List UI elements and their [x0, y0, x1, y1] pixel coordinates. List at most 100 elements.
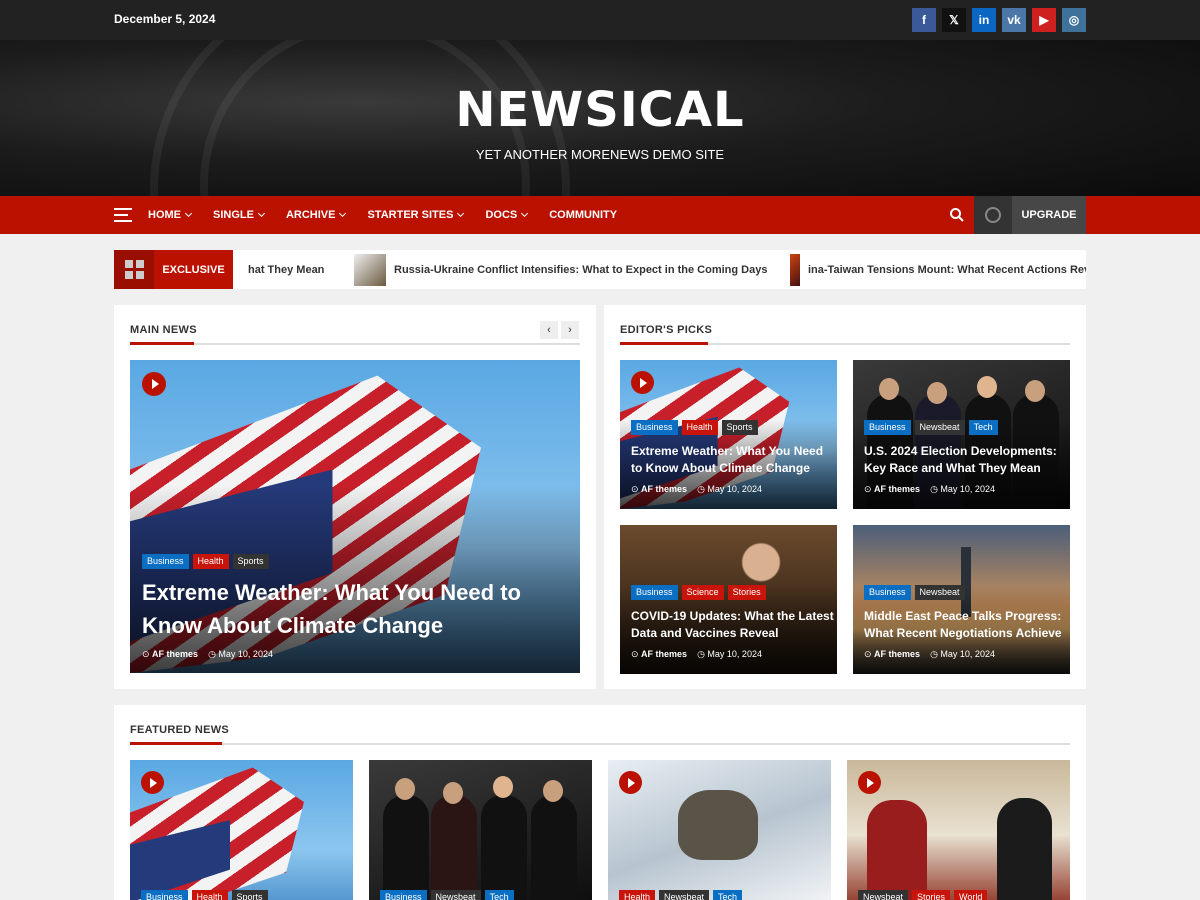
site-title[interactable]: NEWSICAL — [0, 82, 1200, 138]
editors-pick-card[interactable]: Business Newsbeat Middle East Peace Talk… — [853, 525, 1070, 674]
section-heading: FEATURED NEWS — [130, 724, 230, 736]
category-tag[interactable]: Newsbeat — [914, 585, 965, 600]
editors-pick-card[interactable]: Business Newsbeat Tech U.S. 2024 Electio… — [853, 360, 1070, 509]
play-icon[interactable] — [141, 771, 164, 794]
x-icon[interactable]: 𝕏 — [942, 8, 966, 32]
category-tag[interactable]: Newsbeat — [430, 890, 481, 900]
image-gallery-icon[interactable] — [858, 771, 881, 794]
instagram-icon[interactable]: ◎ — [1062, 8, 1086, 32]
article-title[interactable]: COVID-19 Updates: What the Latest Data a… — [631, 608, 836, 642]
category-tag[interactable]: Business — [631, 420, 678, 435]
article-author[interactable]: AF themes — [641, 649, 687, 659]
category-tag[interactable]: Newsbeat — [914, 420, 965, 435]
featured-card[interactable]: Business Newsbeat Tech — [369, 760, 592, 900]
category-tag[interactable]: Science — [681, 585, 724, 600]
hamburger-menu-icon[interactable] — [114, 208, 132, 222]
article-meta: ⊙ AF themes ◷ May 10, 2024 — [631, 484, 762, 495]
ticker-label: EXCLUSIVE — [154, 250, 233, 289]
category-tag[interactable]: Sports — [721, 420, 758, 435]
play-icon[interactable] — [619, 771, 642, 794]
category-tags: Newsbeat Stories World — [858, 890, 988, 900]
category-tags: Business Newsbeat Tech — [380, 890, 514, 900]
heading-accent — [130, 342, 194, 345]
editors-pick-card[interactable]: Business Science Stories COVID-19 Update… — [620, 525, 837, 674]
article-author[interactable]: AF themes — [874, 649, 920, 659]
article-image-detail — [1025, 380, 1045, 402]
author-icon: ⊙ AF themes — [864, 649, 921, 659]
nav-item-single[interactable]: SINGLE — [213, 209, 265, 221]
ticker-item[interactable]: Russia-Ukraine Conflict Intensifies: Wha… — [354, 250, 767, 289]
editors-pick-card[interactable]: Business Health Sports Extreme Weather: … — [620, 360, 837, 509]
vk-icon[interactable]: vk — [1002, 8, 1026, 32]
nav-item-archive[interactable]: ARCHIVE — [286, 209, 347, 221]
category-tag[interactable]: Health — [619, 890, 656, 900]
category-tag[interactable]: Business — [631, 585, 678, 600]
linkedin-icon[interactable]: in — [972, 8, 996, 32]
play-icon[interactable] — [142, 372, 166, 396]
category-tag[interactable]: Stories — [912, 890, 951, 900]
featured-card[interactable]: Health Newsbeat Tech — [608, 760, 831, 900]
social-links: f 𝕏 in vk ▶ ◎ — [912, 8, 1086, 32]
nav-item-docs[interactable]: DOCS — [485, 209, 529, 221]
article-image — [383, 795, 429, 900]
ticker-item[interactable]: ina-Taiwan Tensions Mount: What Recent A… — [790, 250, 1086, 289]
main-news-card[interactable]: Business Health Sports Extreme Weather: … — [130, 360, 580, 673]
category-tag[interactable]: Business — [141, 890, 188, 900]
grid-icon — [114, 250, 154, 289]
upgrade-button[interactable]: UPGRADE — [1012, 196, 1086, 234]
dark-mode-toggle[interactable] — [974, 196, 1012, 234]
heading-divider — [130, 743, 1070, 745]
article-image — [997, 798, 1052, 900]
heading-accent — [620, 342, 708, 345]
featured-card[interactable]: Business Health Sports — [130, 760, 353, 900]
category-tag[interactable]: Sports — [232, 554, 269, 569]
category-tag[interactable]: Sports — [231, 890, 268, 900]
nav-item-label: DOCS — [485, 209, 518, 221]
article-title[interactable]: U.S. 2024 Election Developments: Key Rac… — [864, 443, 1064, 477]
featured-card[interactable]: Newsbeat Stories World — [847, 760, 1070, 900]
ticker-thumbnail — [790, 253, 800, 286]
category-tag[interactable]: Stories — [727, 585, 766, 600]
category-tag[interactable]: World — [954, 890, 988, 900]
article-author[interactable]: AF themes — [874, 484, 920, 494]
slider-next-button[interactable]: › — [561, 321, 579, 339]
category-tags: Health Newsbeat Tech — [619, 890, 743, 900]
article-image-detail — [879, 378, 899, 400]
featured-news-panel: FEATURED NEWS Business Health Sports Bus… — [114, 705, 1086, 900]
article-title[interactable]: Extreme Weather: What You Need to Know A… — [631, 443, 831, 477]
article-title[interactable]: Middle East Peace Talks Progress: What R… — [864, 608, 1069, 642]
article-date: May 10, 2024 — [218, 649, 273, 659]
play-icon[interactable] — [631, 371, 654, 394]
category-tag[interactable]: Business — [380, 890, 427, 900]
category-tag[interactable]: Health — [191, 890, 228, 900]
category-tag[interactable]: Newsbeat — [858, 890, 909, 900]
heading-accent — [130, 742, 222, 745]
category-tag[interactable]: Business — [142, 554, 189, 569]
category-tag[interactable]: Newsbeat — [659, 890, 710, 900]
toggle-circle-icon — [985, 207, 1001, 223]
facebook-icon[interactable]: f — [912, 8, 936, 32]
search-icon[interactable] — [949, 207, 965, 223]
article-image — [531, 795, 577, 900]
category-tag[interactable]: Business — [864, 420, 911, 435]
category-tag[interactable]: Health — [681, 420, 718, 435]
current-date: December 5, 2024 — [114, 12, 216, 26]
category-tag[interactable]: Business — [864, 585, 911, 600]
category-tag[interactable]: Tech — [713, 890, 743, 900]
chevron-down-icon — [184, 209, 193, 218]
category-tag[interactable]: Tech — [484, 890, 514, 900]
slider-prev-button[interactable]: ‹ — [540, 321, 558, 339]
ticker-item[interactable]: hat They Mean — [248, 250, 324, 289]
nav-item-home[interactable]: HOME — [148, 209, 193, 221]
article-author[interactable]: AF themes — [152, 649, 198, 659]
nav-item-community[interactable]: COMMUNITY — [549, 209, 617, 221]
article-author[interactable]: AF themes — [641, 484, 687, 494]
ticker-item-title: hat They Mean — [248, 263, 325, 276]
nav-item-starter-sites[interactable]: STARTER SITES — [367, 209, 465, 221]
category-tag[interactable]: Tech — [968, 420, 998, 435]
youtube-icon[interactable]: ▶ — [1032, 8, 1056, 32]
category-tag[interactable]: Health — [192, 554, 229, 569]
main-news-panel: MAIN NEWS ‹ › Business Health Sports Ext… — [114, 305, 596, 689]
article-image — [481, 795, 527, 900]
article-title[interactable]: Extreme Weather: What You Need to Know A… — [142, 576, 562, 642]
